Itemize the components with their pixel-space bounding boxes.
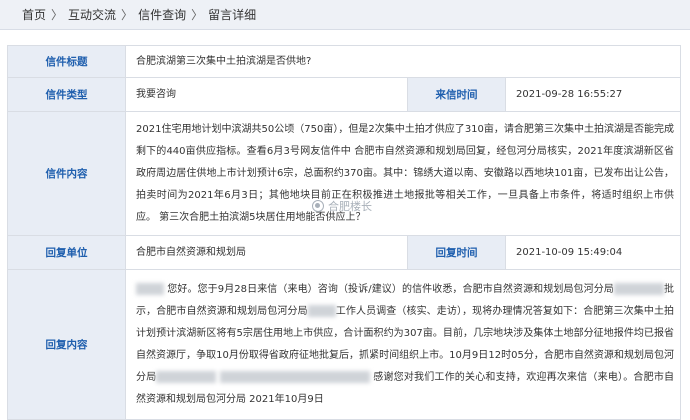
title-row: 信件标题 合肥滨湖第三次集中土拍滨湖是否供地? xyxy=(8,46,681,78)
time-label: 来信时间 xyxy=(408,78,506,112)
title-label: 信件标题 xyxy=(8,46,126,78)
type-label: 信件类型 xyxy=(8,78,126,112)
breadcrumb: 首页 〉 互动交流 〉 信件查询 〉 留言详细 xyxy=(0,0,690,30)
reply-paragraph-4: 感谢您对我们工作的关心和支持，欢迎再次来信（来电）。合肥市自然资源和规划局包河分… xyxy=(136,372,674,405)
type-row: 信件类型 我要咨询 来信时间 2021-09-28 16:55:27 xyxy=(8,78,681,112)
reply-time-label: 回复时间 xyxy=(408,236,506,270)
reply-paragraph-1: 您好。您于9月28日来信（来电）咨询（投诉/建议）的信件收悉，合肥市自然资源和规… xyxy=(167,284,614,295)
redacted-text xyxy=(308,305,336,317)
reply-unit: 合肥市自然资源和规划局 xyxy=(126,236,408,270)
redacted-text xyxy=(220,371,370,383)
content-row: 信件内容 2021住宅用地计划中滨湖共50公顷（750亩），但是2次集中土拍才供… xyxy=(8,112,681,236)
reply-content-row: 回复内容 您好。您于9月28日来信（来电）咨询（投诉/建议）的信件收悉，合肥市自… xyxy=(8,270,681,420)
content-label: 信件内容 xyxy=(8,112,126,236)
letter-time: 2021-09-28 16:55:27 xyxy=(506,78,681,112)
letter-content: 2021住宅用地计划中滨湖共50公顷（750亩），但是2次集中土拍才供应了310… xyxy=(126,112,681,236)
reply-content: 您好。您于9月28日来信（来电）咨询（投诉/建议）的信件收悉，合肥市自然资源和规… xyxy=(126,270,681,420)
reply-unit-row: 回复单位 合肥市自然资源和规划局 回复时间 2021-10-09 15:49:0… xyxy=(8,236,681,270)
breadcrumb-separator: 〉 xyxy=(191,6,203,23)
watermark-text: 合肥楼长 xyxy=(328,198,372,214)
reply-content-label: 回复内容 xyxy=(8,270,126,420)
letter-title: 合肥滨湖第三次集中土拍滨湖是否供地? xyxy=(126,46,681,78)
breadcrumb-interaction[interactable]: 互动交流 xyxy=(68,6,116,23)
breadcrumb-message-detail: 留言详细 xyxy=(208,6,256,23)
breadcrumb-home[interactable]: 首页 xyxy=(22,6,46,23)
letter-detail-table: 信件标题 合肥滨湖第三次集中土拍滨湖是否供地? 信件类型 我要咨询 来信时间 2… xyxy=(7,45,681,420)
redacted-name xyxy=(136,283,164,295)
weibo-icon xyxy=(312,200,324,212)
redacted-text xyxy=(156,371,216,383)
breadcrumb-letter-query[interactable]: 信件查询 xyxy=(138,6,186,23)
breadcrumb-separator: 〉 xyxy=(51,6,63,23)
redacted-text xyxy=(614,283,664,295)
breadcrumb-separator: 〉 xyxy=(121,6,133,23)
watermark: 合肥楼长 xyxy=(312,198,372,214)
reply-unit-label: 回复单位 xyxy=(8,236,126,270)
reply-time: 2021-10-09 15:49:04 xyxy=(506,236,681,270)
letter-type: 我要咨询 xyxy=(126,78,408,112)
